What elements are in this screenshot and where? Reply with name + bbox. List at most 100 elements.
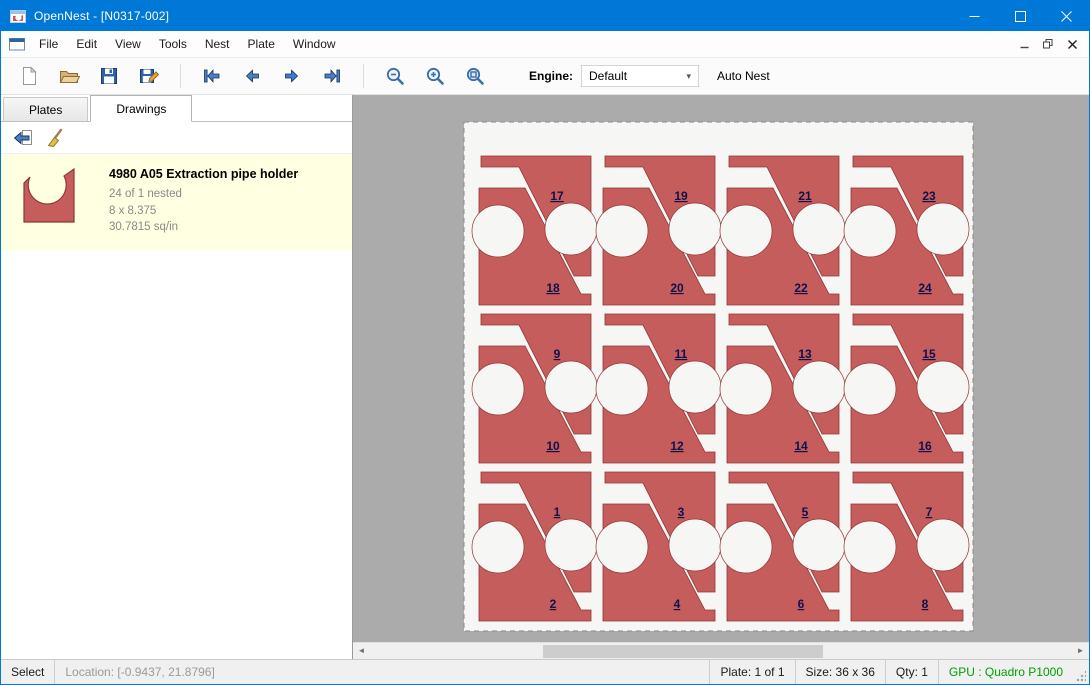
part-cutout [472,363,524,415]
maximize-button[interactable] [997,1,1043,31]
zoom-fit-button[interactable] [458,60,492,92]
mdi-close-button[interactable] [1060,33,1084,55]
scroll-left-icon[interactable]: ◄ [353,643,370,659]
resize-grip[interactable] [1073,660,1089,684]
part-number: 22 [794,281,808,295]
zoom-in-button[interactable] [418,60,452,92]
app-icon [10,8,26,24]
menu-item-nest[interactable]: Nest [196,31,239,57]
menu-item-edit[interactable]: Edit [67,31,106,57]
part-cutout [844,205,896,257]
part-number: 9 [554,347,561,361]
mdi-restore-button[interactable] [1036,33,1060,55]
plate: 171819202122232491011121314151612345678 [463,121,974,632]
part-cutout [844,363,896,415]
save-button[interactable] [92,60,126,92]
part-cutout [669,361,721,413]
part-number: 17 [550,189,564,203]
toolbar-separator [180,64,181,88]
part-cutout [596,521,648,573]
previous-plate-icon [242,66,262,86]
scroll-right-icon[interactable]: ► [1072,643,1089,659]
engine-select[interactable]: Default ▾ [581,65,699,87]
status-plate: Plate: 1 of 1 [709,660,794,684]
clear-nest-button[interactable] [41,125,69,151]
menu-item-file[interactable]: File [30,31,67,57]
part-number: 19 [674,189,688,203]
return-part-button[interactable] [8,125,36,151]
scrollbar-thumb[interactable] [543,645,823,658]
maximize-icon [1015,11,1026,22]
save-icon [99,66,119,86]
part-number: 21 [798,189,812,203]
drawing-nested-count: 24 of 1 nested [109,186,298,203]
tab-drawings[interactable]: Drawings [90,95,192,122]
mdi-restore-icon [1043,39,1053,49]
nest-canvas[interactable]: 171819202122232491011121314151612345678 … [353,95,1089,659]
part-cutout [545,519,597,571]
window-title: OpenNest - [N0317-002] [34,9,169,23]
tab-plates[interactable]: Plates [3,97,88,121]
part-cutout [669,519,721,571]
window-controls [951,1,1089,31]
mdi-minimize-icon [1020,40,1029,49]
auto-nest-button[interactable]: Auto Nest [717,69,770,83]
last-plate-icon [322,66,342,86]
part-cutout [596,363,648,415]
drawing-title: 4980 A05 Extraction pipe holder [109,167,298,181]
part-cutout [917,361,969,413]
mdi-close-icon [1068,40,1077,49]
part-number: 18 [546,281,560,295]
plate-svg: 171819202122232491011121314151612345678 [463,121,974,632]
mdi-child-icon[interactable] [9,37,26,52]
engine-label: Engine: [529,69,573,83]
nav-prev-button[interactable] [235,60,269,92]
part-cutout [793,361,845,413]
minimize-button[interactable] [951,1,997,31]
sidebar-toolbar [1,122,352,154]
menu-item-plate[interactable]: Plate [239,31,284,57]
zoom-out-icon [385,66,405,86]
nav-next-button[interactable] [275,60,309,92]
broom-icon [45,128,65,148]
close-icon [1061,11,1072,22]
menu-item-window[interactable]: Window [284,31,345,57]
part-number: 8 [922,597,929,611]
close-button[interactable] [1043,1,1089,31]
open-button[interactable] [52,60,86,92]
mdi-window-controls [1012,33,1089,55]
part-cutout [793,519,845,571]
status-right: Plate: 1 of 1 Size: 36 x 36 Qty: 1 GPU :… [709,660,1089,684]
part-number: 10 [546,439,560,453]
new-button[interactable] [12,60,46,92]
drawing-area: 30.7815 sq/in [109,219,298,236]
nav-first-button[interactable] [195,60,229,92]
toolbar-separator [363,64,364,88]
sidebar: Plates Drawings [1,95,353,659]
part-number: 14 [794,439,808,453]
menu-item-view[interactable]: View [106,31,150,57]
part-cutout [917,203,969,255]
status-gpu: GPU : Quadro P1000 [938,660,1073,684]
zoom-in-icon [425,66,445,86]
part-cutout [720,363,772,415]
zoom-out-button[interactable] [378,60,412,92]
drawing-list-item[interactable]: 4980 A05 Extraction pipe holder 24 of 1 … [1,154,352,250]
part-number: 20 [670,281,684,295]
nav-last-button[interactable] [315,60,349,92]
status-mode: Select [1,660,55,684]
part-thumbnail [21,167,77,225]
engine-select-value: Default [589,69,627,83]
part-number: 13 [798,347,812,361]
next-plate-icon [282,66,302,86]
save-as-button[interactable] [132,60,166,92]
part-cutout [472,521,524,573]
sidebar-tabstrip: Plates Drawings [1,95,352,122]
tab-plates-label: Plates [29,103,62,117]
mdi-minimize-button[interactable] [1012,33,1036,55]
status-bar: Select Location: [-0.9437, 21.8796] Plat… [1,659,1089,684]
status-size: Size: 36 x 36 [795,660,885,684]
horizontal-scrollbar[interactable]: ◄ ► [353,642,1089,659]
part-cutout [844,521,896,573]
menu-item-tools[interactable]: Tools [150,31,196,57]
